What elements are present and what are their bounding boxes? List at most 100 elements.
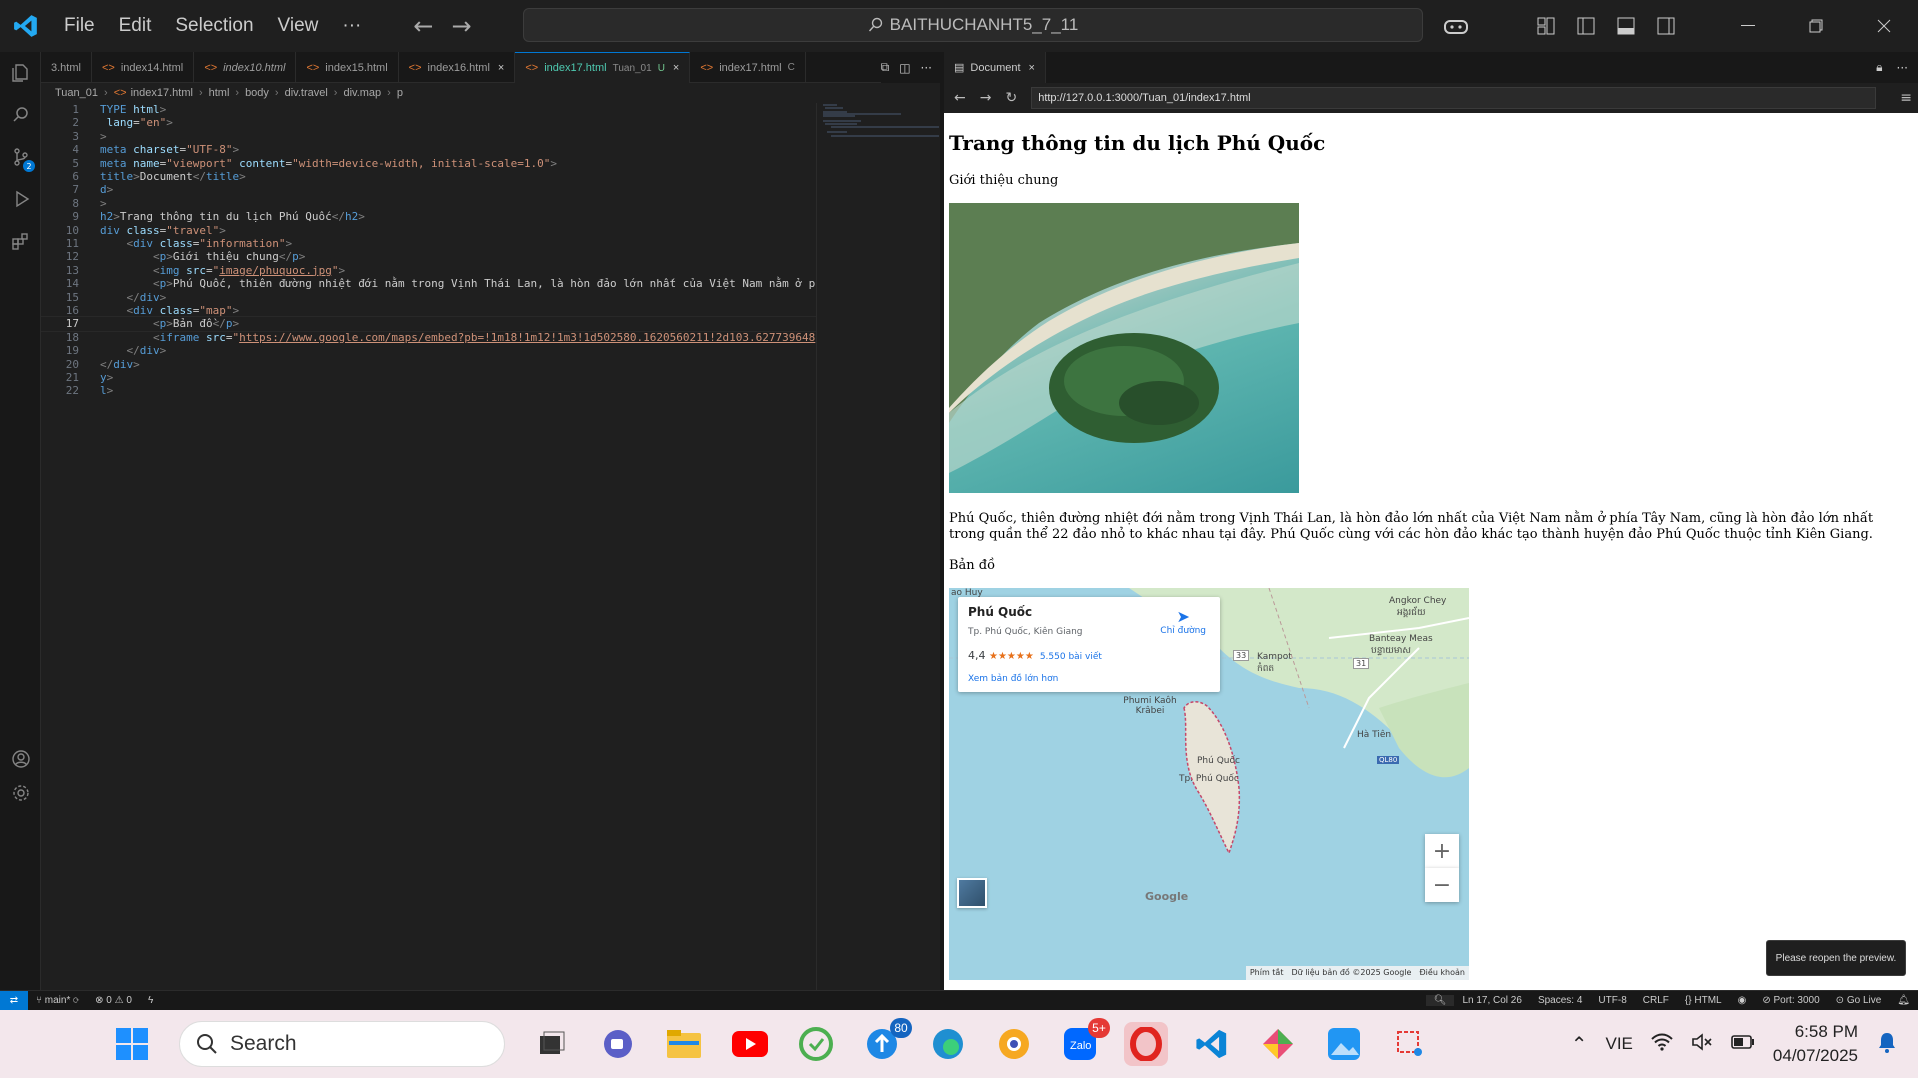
breadcrumb-item[interactable]: Tuan_01: [55, 87, 98, 99]
directions-button[interactable]: ➤ Chỉ đường: [1160, 607, 1206, 636]
zoom-in-button[interactable]: +: [1425, 834, 1459, 868]
go-live[interactable]: ⊙ Go Live: [1828, 995, 1890, 1006]
code-line[interactable]: <img src="image/phuquoc.jpg">: [100, 264, 345, 277]
menu-view[interactable]: View: [266, 15, 331, 37]
menu-edit[interactable]: Edit: [107, 15, 164, 37]
code-line[interactable]: div class="travel">: [100, 224, 226, 237]
open-preview-icon[interactable]: ⧉: [881, 60, 890, 75]
breadcrumb-item[interactable]: html: [209, 87, 230, 99]
menu-icon[interactable]: ≡: [1900, 90, 1912, 106]
menu-file[interactable]: File: [52, 15, 107, 37]
green-app-icon[interactable]: [794, 1022, 838, 1066]
code-line[interactable]: d>: [100, 183, 113, 196]
tab-index15[interactable]: <> index15.html: [296, 52, 399, 83]
extensions-icon[interactable]: [0, 220, 41, 262]
notifications-bell-icon[interactable]: 🔔︎: [1889, 995, 1918, 1006]
code-line[interactable]: <iframe src="https://www.google.com/maps…: [100, 331, 815, 344]
snipping-tool-icon[interactable]: [1388, 1022, 1432, 1066]
keyboard-shortcuts-link[interactable]: Phím tắt: [1250, 968, 1284, 978]
toggle-sidebar-icon[interactable]: [1566, 6, 1606, 46]
battery-icon[interactable]: [1731, 1034, 1755, 1054]
indentation[interactable]: Spaces: 4: [1530, 995, 1590, 1006]
larger-map-link[interactable]: Xem bản đồ lớn hơn: [968, 674, 1210, 684]
lock-icon[interactable]: 🔒︎: [1876, 60, 1882, 75]
git-branch[interactable]: ⑂ main* ⟳: [28, 995, 87, 1006]
language-mode[interactable]: {} HTML: [1677, 995, 1730, 1006]
line-ending[interactable]: CRLF: [1635, 995, 1677, 1006]
breadcrumb-item[interactable]: body: [245, 87, 269, 99]
close-tab-icon[interactable]: ×: [498, 62, 504, 74]
problems-count[interactable]: ⊗ 0 ⚠ 0: [87, 995, 140, 1006]
forward-arrow-icon[interactable]: →: [451, 12, 471, 40]
code-line[interactable]: title>Document</title>: [100, 170, 246, 183]
youtube-icon[interactable]: [728, 1022, 772, 1066]
run-debug-icon[interactable]: [0, 178, 41, 220]
edge-icon[interactable]: [926, 1022, 970, 1066]
file-explorer-icon[interactable]: [662, 1022, 706, 1066]
task-view-icon[interactable]: [530, 1022, 574, 1066]
teams-chat-icon[interactable]: [596, 1022, 640, 1066]
remote-icon[interactable]: ⇄: [0, 990, 28, 1011]
cursor-position[interactable]: Ln 17, Col 26: [1454, 995, 1530, 1006]
more-actions-icon[interactable]: ···: [1897, 61, 1908, 75]
close-tab-icon[interactable]: ×: [673, 62, 679, 74]
input-language[interactable]: VIE: [1606, 1034, 1633, 1054]
code-line[interactable]: <p>Bản đồ</p>: [100, 317, 239, 330]
menu-more[interactable]: ···: [330, 15, 373, 37]
breadcrumb-item[interactable]: p: [397, 87, 403, 99]
menu-selection[interactable]: Selection: [163, 15, 265, 37]
zalo-icon[interactable]: Zalo 5+: [1058, 1018, 1110, 1066]
toggle-panel-icon[interactable]: [1606, 6, 1646, 46]
code-line[interactable]: <div class="information">: [100, 237, 293, 250]
code-line[interactable]: TYPE html>: [100, 103, 166, 116]
breadcrumb-item[interactable]: div.map: [343, 87, 381, 99]
zoom-icon[interactable]: 🔍︎: [1425, 995, 1455, 1006]
code-line[interactable]: >: [100, 130, 107, 143]
code-line[interactable]: <div class="map">: [100, 304, 240, 317]
customize-layout-icon[interactable]: [1526, 6, 1566, 46]
tab-index17-active[interactable]: <> index17.html Tuan_01 U ×: [515, 52, 691, 83]
tab-document-preview[interactable]: ▤ Document ×: [944, 52, 1046, 83]
google-map-embed[interactable]: ao Huy Angkor Chey អង្គរជ័យ Banteay Meas…: [949, 588, 1469, 980]
restore-icon[interactable]: [1782, 0, 1850, 52]
code-line[interactable]: <p>Giới thiệu chung</p>: [100, 250, 305, 263]
volume-muted-icon[interactable]: [1691, 1032, 1713, 1056]
close-tab-icon[interactable]: ×: [1029, 62, 1035, 74]
code-line[interactable]: >: [100, 197, 107, 210]
source-control-icon[interactable]: 2: [0, 136, 41, 178]
close-icon[interactable]: [1850, 0, 1918, 52]
command-center[interactable]: BAITHUCHANHT5_7_11: [523, 8, 1423, 42]
windows-start-icon[interactable]: [110, 1022, 154, 1066]
code-line[interactable]: l>: [100, 384, 113, 397]
vscode-taskbar-icon[interactable]: [1190, 1022, 1234, 1066]
back-arrow-icon[interactable]: ←: [413, 12, 433, 40]
clock[interactable]: 6:58 PM 04/07/2025: [1773, 1020, 1858, 1068]
tab-index10[interactable]: <> index10.html: [194, 52, 297, 83]
minimize-icon[interactable]: [1714, 0, 1782, 52]
toggle-secondary-sidebar-icon[interactable]: [1646, 6, 1686, 46]
zoom-out-button[interactable]: −: [1425, 868, 1459, 902]
tab-3-html[interactable]: 3.html: [41, 52, 92, 83]
code-line[interactable]: h2>Trang thông tin du lịch Phú Quốc</h2>: [100, 210, 365, 223]
explorer-icon[interactable]: [0, 52, 41, 94]
copilot-icon[interactable]: [1436, 6, 1476, 46]
url-input[interactable]: http://127.0.0.1:3000/Tuan_01/index17.ht…: [1031, 87, 1877, 109]
forward-arrow-icon[interactable]: →: [980, 90, 992, 106]
breadcrumb-item[interactable]: div.travel: [285, 87, 328, 99]
code-editor[interactable]: 1 TYPE html> 2 lang="en"> 3 >4 meta charset="…: [41, 103, 816, 990]
code-line[interactable]: </div>: [100, 358, 140, 371]
more-actions-icon[interactable]: ···: [921, 61, 932, 75]
lightning-icon[interactable]: ϟ: [140, 995, 161, 1006]
teams-app-icon[interactable]: 80: [860, 1018, 912, 1066]
copilot-status-icon[interactable]: ◉: [1730, 995, 1755, 1006]
code-line[interactable]: </div>: [100, 344, 167, 357]
live-port[interactable]: ⊘ Port: 3000: [1754, 995, 1827, 1006]
code-line[interactable]: <p>Phú Quốc, thiên đường nhiệt đới nằm t…: [100, 277, 815, 290]
chevron-up-icon[interactable]: ⌃: [1571, 1032, 1588, 1057]
taskbar-search[interactable]: Search: [179, 1021, 505, 1067]
code-line[interactable]: y>: [100, 371, 113, 384]
code-line[interactable]: meta name="viewport" content="width=devi…: [100, 157, 557, 170]
code-line[interactable]: meta charset="UTF-8">: [100, 143, 239, 156]
breadcrumb-item[interactable]: index17.html: [131, 87, 193, 99]
gear-icon[interactable]: [0, 772, 41, 814]
